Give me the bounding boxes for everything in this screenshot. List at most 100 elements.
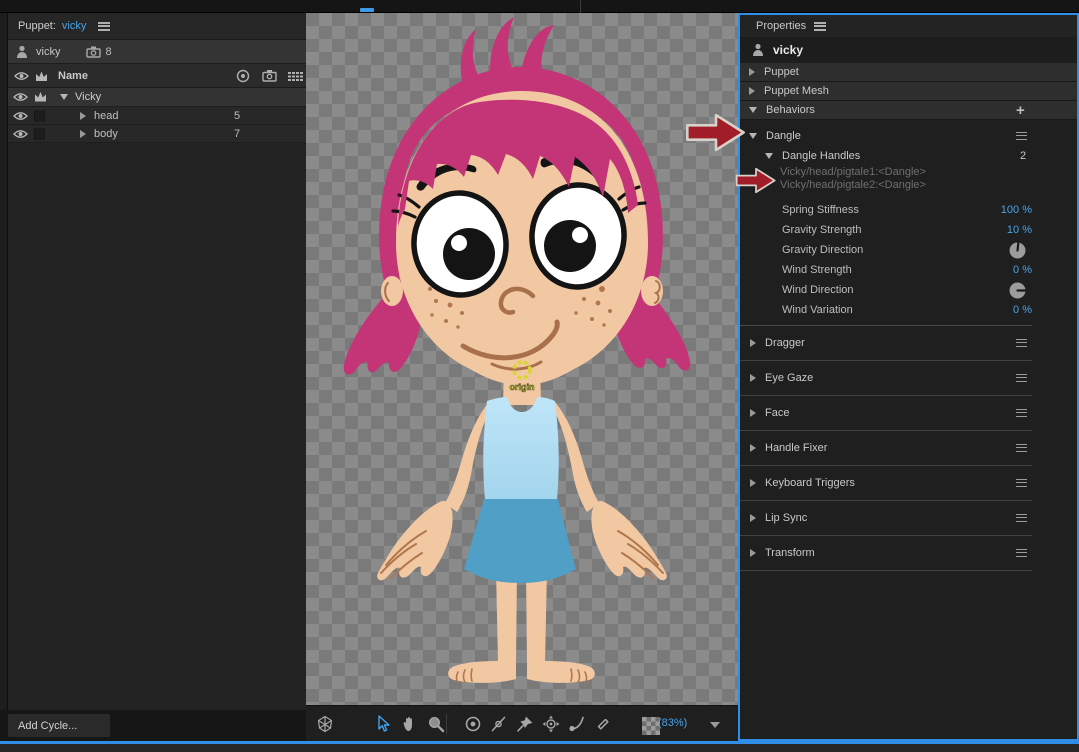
layer-swatch[interactable]: [34, 110, 45, 121]
record-column-icon[interactable]: [236, 69, 250, 83]
panel-menu-icon[interactable]: [98, 22, 110, 31]
name-column-header[interactable]: Name: [58, 70, 88, 82]
behavior-label: Dragger: [765, 337, 805, 349]
layer-columns-header: Name: [8, 64, 306, 88]
param-label: Wind Direction: [782, 284, 854, 296]
caret-right-icon[interactable]: [749, 87, 755, 95]
param-label: Wind Variation: [782, 304, 853, 316]
pin-tool-icon[interactable]: [516, 715, 534, 733]
hand-tool-icon[interactable]: [400, 715, 418, 733]
properties-panel: Properties vicky Puppet Puppet Mesh Beha…: [738, 13, 1079, 741]
wind-direction-dial[interactable]: [1008, 281, 1027, 300]
layer-row-body[interactable]: body 7: [8, 125, 306, 143]
annotation-arrow-dangle: [684, 111, 748, 154]
eye-icon[interactable]: [13, 92, 28, 102]
panel-menu-icon[interactable]: [814, 22, 826, 31]
caret-down-icon[interactable]: [765, 153, 773, 159]
behavior-options-icon[interactable]: [1016, 479, 1027, 487]
caret-right-icon[interactable]: [750, 549, 756, 557]
param-gravity-direction: Gravity Direction: [740, 240, 1077, 260]
puppet-panel-header: Puppet: vicky: [8, 13, 306, 40]
layer-label: Vicky: [75, 91, 101, 103]
param-value[interactable]: 100 %: [1001, 204, 1032, 216]
behavior-options-icon[interactable]: [1016, 339, 1027, 347]
param-wind-direction: Wind Direction: [740, 280, 1077, 300]
layer-swatch[interactable]: [34, 128, 45, 139]
dangle-tool-icon[interactable]: [568, 715, 586, 733]
section-puppet[interactable]: Puppet: [740, 63, 1077, 82]
person-icon: [16, 45, 28, 59]
eye-icon[interactable]: [14, 71, 29, 81]
behavior-lip-sync[interactable]: Lip Sync: [740, 501, 1032, 536]
dangle-handles-count: 2: [1020, 150, 1026, 162]
gravity-direction-dial[interactable]: [1008, 241, 1027, 260]
zoom-dropdown-caret-icon[interactable]: [710, 722, 720, 728]
selection-tool-icon[interactable]: [374, 715, 392, 733]
zoom-tool-icon[interactable]: [427, 715, 445, 733]
behavior-options-icon[interactable]: [1016, 132, 1027, 140]
caret-right-icon[interactable]: [750, 339, 756, 347]
scene-canvas[interactable]: origin: [306, 13, 738, 705]
behavior-dangle-header[interactable]: Dangle: [740, 126, 1077, 146]
takes-count: 8: [105, 46, 111, 58]
behavior-label: Dangle: [766, 130, 801, 142]
behavior-options-icon[interactable]: [1016, 514, 1027, 522]
layer-label: body: [94, 128, 118, 140]
caret-right-icon[interactable]: [750, 479, 756, 487]
behavior-options-icon[interactable]: [1016, 374, 1027, 382]
caret-down-icon[interactable]: [749, 107, 757, 113]
behavior-options-icon[interactable]: [1016, 409, 1027, 417]
behavior-options-icon[interactable]: [1016, 444, 1027, 452]
behavior-options-icon[interactable]: [1016, 549, 1027, 557]
add-behavior-button[interactable]: +: [1016, 102, 1025, 119]
caret-right-icon[interactable]: [750, 444, 756, 452]
character-animator-window: Puppet: vicky vicky 8: [0, 0, 1079, 752]
behavior-eye-gaze[interactable]: Eye Gaze: [740, 361, 1032, 396]
set-origin-tool-icon[interactable]: [464, 715, 482, 733]
crown-icon[interactable]: [35, 71, 48, 82]
behavior-transform[interactable]: Transform: [740, 536, 1032, 571]
behavior-handle-fixer[interactable]: Handle Fixer: [740, 431, 1032, 466]
param-value[interactable]: 10 %: [1007, 224, 1032, 236]
caret-right-icon[interactable]: [750, 374, 756, 382]
caret-down-icon[interactable]: [749, 133, 757, 139]
caret-right-icon[interactable]: [80, 112, 86, 120]
dangle-handles-row[interactable]: Dangle Handles 2: [740, 146, 1077, 166]
needle-tool-icon[interactable]: [490, 715, 508, 733]
param-label: Gravity Strength: [782, 224, 861, 236]
dangle-handle-item[interactable]: Vicky/head/pigtale2:<Dangle>: [740, 179, 1077, 192]
crown-icon[interactable]: [34, 92, 47, 103]
behavior-keyboard-triggers[interactable]: Keyboard Triggers: [740, 466, 1032, 501]
zoom-level-value[interactable]: (83%): [658, 717, 687, 729]
param-wind-variation: Wind Variation 0 %: [740, 300, 1077, 320]
layer-row-vicky[interactable]: Vicky: [8, 88, 306, 107]
camera-column-icon[interactable]: [262, 69, 277, 82]
param-value[interactable]: 0 %: [1013, 304, 1032, 316]
puppet-name: vicky: [36, 46, 60, 58]
show-mesh-tool-icon[interactable]: [316, 715, 334, 733]
section-label: Behaviors: [766, 104, 815, 116]
section-label: Puppet: [764, 66, 799, 78]
attach-tool-icon[interactable]: [594, 715, 612, 733]
puppet-list-item[interactable]: vicky 8: [8, 40, 306, 64]
layer-count: 5: [234, 110, 240, 122]
caret-right-icon[interactable]: [750, 409, 756, 417]
grid-column-icon[interactable]: [288, 72, 304, 81]
add-cycle-button[interactable]: Add Cycle...: [8, 714, 110, 737]
eye-icon[interactable]: [13, 129, 28, 139]
dangle-handle-item[interactable]: Vicky/head/pigtale1:<Dangle>: [740, 166, 1077, 179]
caret-right-icon[interactable]: [750, 514, 756, 522]
layer-row-head[interactable]: head 5: [8, 107, 306, 125]
behavior-dragger[interactable]: Dragger: [740, 326, 1032, 361]
behavior-label: Lip Sync: [765, 512, 807, 524]
section-behaviors[interactable]: Behaviors +: [740, 101, 1077, 120]
dangle-handles-label: Dangle Handles: [782, 150, 860, 162]
caret-right-icon[interactable]: [80, 130, 86, 138]
behavior-face[interactable]: Face: [740, 396, 1032, 431]
transform-tool-icon[interactable]: [542, 715, 560, 733]
section-puppet-mesh[interactable]: Puppet Mesh: [740, 82, 1077, 101]
caret-right-icon[interactable]: [749, 68, 755, 76]
eye-icon[interactable]: [13, 111, 28, 121]
caret-down-icon[interactable]: [60, 94, 68, 100]
param-value[interactable]: 0 %: [1013, 264, 1032, 276]
